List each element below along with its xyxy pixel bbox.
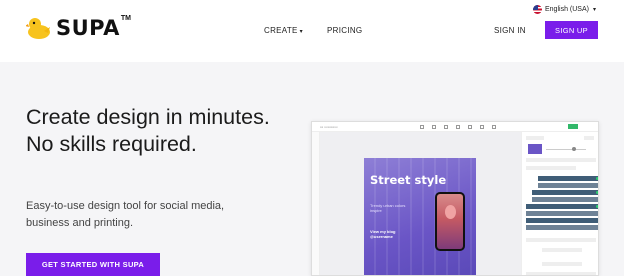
design-tagline: Trendy urban colors inspire — [370, 203, 406, 213]
sign-up-button[interactable]: SIGN UP — [545, 21, 598, 39]
sign-in-link[interactable]: SIGN IN — [494, 26, 526, 35]
layer-row — [526, 225, 598, 230]
trademark: TM — [120, 14, 132, 22]
brand-name: SUPA — [56, 16, 120, 40]
panel-line — [526, 136, 544, 140]
nav-pricing[interactable]: PRICING — [327, 26, 362, 35]
editor-toolbar: ▭ ▭▭▭▭ — [312, 122, 598, 132]
model-photo — [445, 205, 456, 219]
layer-dot-icon — [596, 205, 598, 208]
design-cta: View my blog @username — [370, 229, 396, 239]
panel-line — [526, 272, 596, 275]
layer-row — [526, 204, 598, 209]
editor-download-button — [568, 124, 578, 129]
design-handle: @username — [370, 234, 393, 239]
design-title: Street style — [370, 173, 447, 187]
chevron-down-icon: ▾ — [592, 7, 596, 13]
tool-icon — [456, 125, 460, 129]
phone-screen — [437, 194, 463, 249]
us-flag-icon — [533, 5, 542, 14]
language-selector[interactable]: English (USA) ▾ — [533, 5, 596, 14]
tool-icon — [492, 125, 496, 129]
editor-title-placeholder: ▭ ▭▭▭▭ — [320, 124, 338, 129]
panel-line — [542, 248, 582, 252]
panel-line — [584, 136, 594, 140]
slider-handle-icon — [572, 147, 576, 151]
tool-icon — [468, 125, 472, 129]
header: SUPA TM CREATE ▾ PRICING English (USA) ▾ … — [0, 0, 624, 62]
layer-row — [538, 183, 598, 188]
layer-row — [526, 218, 598, 223]
tool-icon — [480, 125, 484, 129]
editor-preview: ▭ ▭▭▭▭ Street style Trendy urban colors … — [311, 121, 599, 276]
tool-icon — [432, 125, 436, 129]
layer-dot-icon — [596, 191, 598, 194]
panel-thumbnail — [528, 144, 542, 154]
duck-logo-icon — [25, 16, 52, 40]
get-started-button[interactable]: GET STARTED WITH SUPA — [26, 253, 160, 276]
layer-dot-icon — [596, 177, 598, 180]
hero-headline: Create design in minutes. No skills requ… — [26, 105, 270, 156]
panel-line — [526, 166, 576, 170]
nav-create-label: CREATE — [264, 26, 298, 35]
logo[interactable]: SUPA TM — [25, 14, 132, 40]
layer-row — [526, 211, 598, 216]
panel-line — [542, 262, 582, 266]
tool-icon — [420, 125, 424, 129]
editor-canvas: Street style Trendy urban colors inspire… — [320, 132, 521, 275]
layer-row — [538, 176, 598, 181]
phone-mockup — [435, 192, 465, 251]
tool-icon — [444, 125, 448, 129]
panel-slider — [546, 149, 586, 150]
language-label: English (USA) — [545, 6, 589, 13]
chevron-down-icon: ▾ — [299, 29, 303, 35]
layer-row — [532, 190, 598, 195]
panel-line — [526, 238, 596, 242]
hero-subtitle: Easy-to-use design tool for social media… — [26, 200, 225, 229]
design-card: Street style Trendy urban colors inspire… — [364, 158, 476, 275]
nav-create[interactable]: CREATE ▾ — [264, 26, 303, 35]
panel-line — [526, 158, 596, 162]
editor-right-panel — [521, 132, 598, 275]
editor-left-rail — [312, 132, 320, 275]
layer-row — [532, 197, 598, 202]
